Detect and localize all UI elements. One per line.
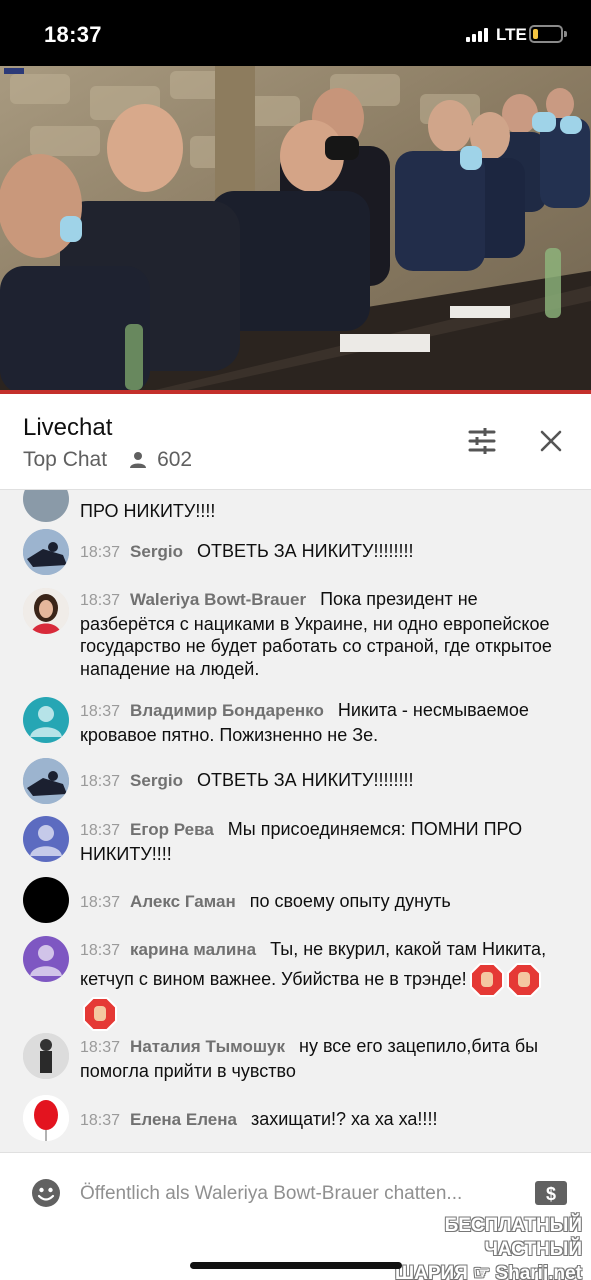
emoji-icon[interactable] <box>31 1178 61 1208</box>
person-icon <box>130 452 147 468</box>
chat-mode-label: Top Chat <box>23 448 108 471</box>
message-author: карина малина <box>130 940 257 959</box>
chat-list[interactable]: ПРО НИКИТУ!!!! 18:37 Sergio ОТВЕТЬ ЗА НИКИ… <box>0 490 591 1152</box>
status-time: 18:37 <box>44 22 102 47</box>
message-text: 18:37 Алекс Гаман по своему опыту дунуть <box>80 891 451 911</box>
avatar <box>23 1033 69 1079</box>
chat-title: Livechat <box>23 414 113 441</box>
network-label: LTE <box>496 25 527 44</box>
viewer-count-value: 602 <box>157 448 193 471</box>
avatar <box>23 758 69 804</box>
message-author: Елена Елена <box>130 1110 237 1129</box>
avatar <box>23 936 69 982</box>
avatar <box>23 816 69 862</box>
status-bar: 18:37 LTE <box>0 0 591 66</box>
filter-icon <box>468 428 496 454</box>
filter-button[interactable] <box>464 423 500 459</box>
message-author: Sergio <box>130 542 183 561</box>
message-author: Наталия Тымошук <box>130 1037 285 1056</box>
message-text: 18:37 Егор Рева Мы присоединяемся: ПОМНИ П… <box>80 819 523 864</box>
svg-text:$: $ <box>546 1184 556 1204</box>
signal-icon <box>466 28 488 42</box>
viewer-count: 602 <box>129 448 192 472</box>
message-text: 18:37 Waleriya Bowt-Brauer Пока президент … <box>80 589 552 679</box>
message-text: ПРО НИКИТУ!!!! <box>80 501 216 521</box>
avatar <box>23 1095 69 1141</box>
video-player[interactable] <box>0 66 591 394</box>
message-author: Егор Рева <box>130 820 214 839</box>
watermark: БЕСПЛАТНЫЙ ЧАСТНЫЙ ШАРИЯ ☞ Sharij.net <box>395 1215 582 1280</box>
message-text: 18:37 Елена Елена захищати!? ха ха ха!!!! <box>80 1109 438 1129</box>
avatar <box>23 529 69 575</box>
message-text: 18:37 Sergio ОТВЕТЬ ЗА НИКИТУ!!!!!!!! <box>80 541 414 561</box>
avatar <box>23 697 69 743</box>
battery-icon <box>529 25 567 43</box>
money-icon[interactable]: $ <box>534 1178 568 1208</box>
chat-input[interactable]: Öffentlich als Waleriya Bowt-Brauer chat… <box>80 1183 462 1205</box>
stop-hand-emoji <box>469 962 504 997</box>
message-author: Waleriya Bowt-Brauer <box>130 590 307 609</box>
avatar <box>23 490 69 522</box>
message-text: 18:37 Наталия Тымошук ну все его зацепило,… <box>80 1036 539 1081</box>
chat-mode-selector[interactable]: Top Chat 602 <box>23 448 192 472</box>
video-frame <box>0 66 591 394</box>
message-text: 18:37 Владимир Бондаренко Никита - несмыва… <box>80 700 529 745</box>
message-author: Владимир Бондаренко <box>130 701 324 720</box>
close-button[interactable] <box>533 423 569 459</box>
stop-hand-emoji <box>506 962 541 997</box>
home-indicator <box>190 1262 402 1269</box>
message-text: 18:37 Sergio ОТВЕТЬ ЗА НИКИТУ!!!!!!!! <box>80 770 414 790</box>
chat-header: Livechat Top Chat 602 <box>0 394 591 490</box>
avatar <box>23 588 69 634</box>
close-icon <box>540 430 562 452</box>
stop-hand-emoji <box>83 996 117 1031</box>
message-text: 18:37 карина малина Ты, не вкурил, какой т… <box>80 938 576 1031</box>
message-author: Sergio <box>130 771 183 790</box>
avatar <box>23 877 69 923</box>
message-author: Алекс Гаман <box>130 892 236 911</box>
